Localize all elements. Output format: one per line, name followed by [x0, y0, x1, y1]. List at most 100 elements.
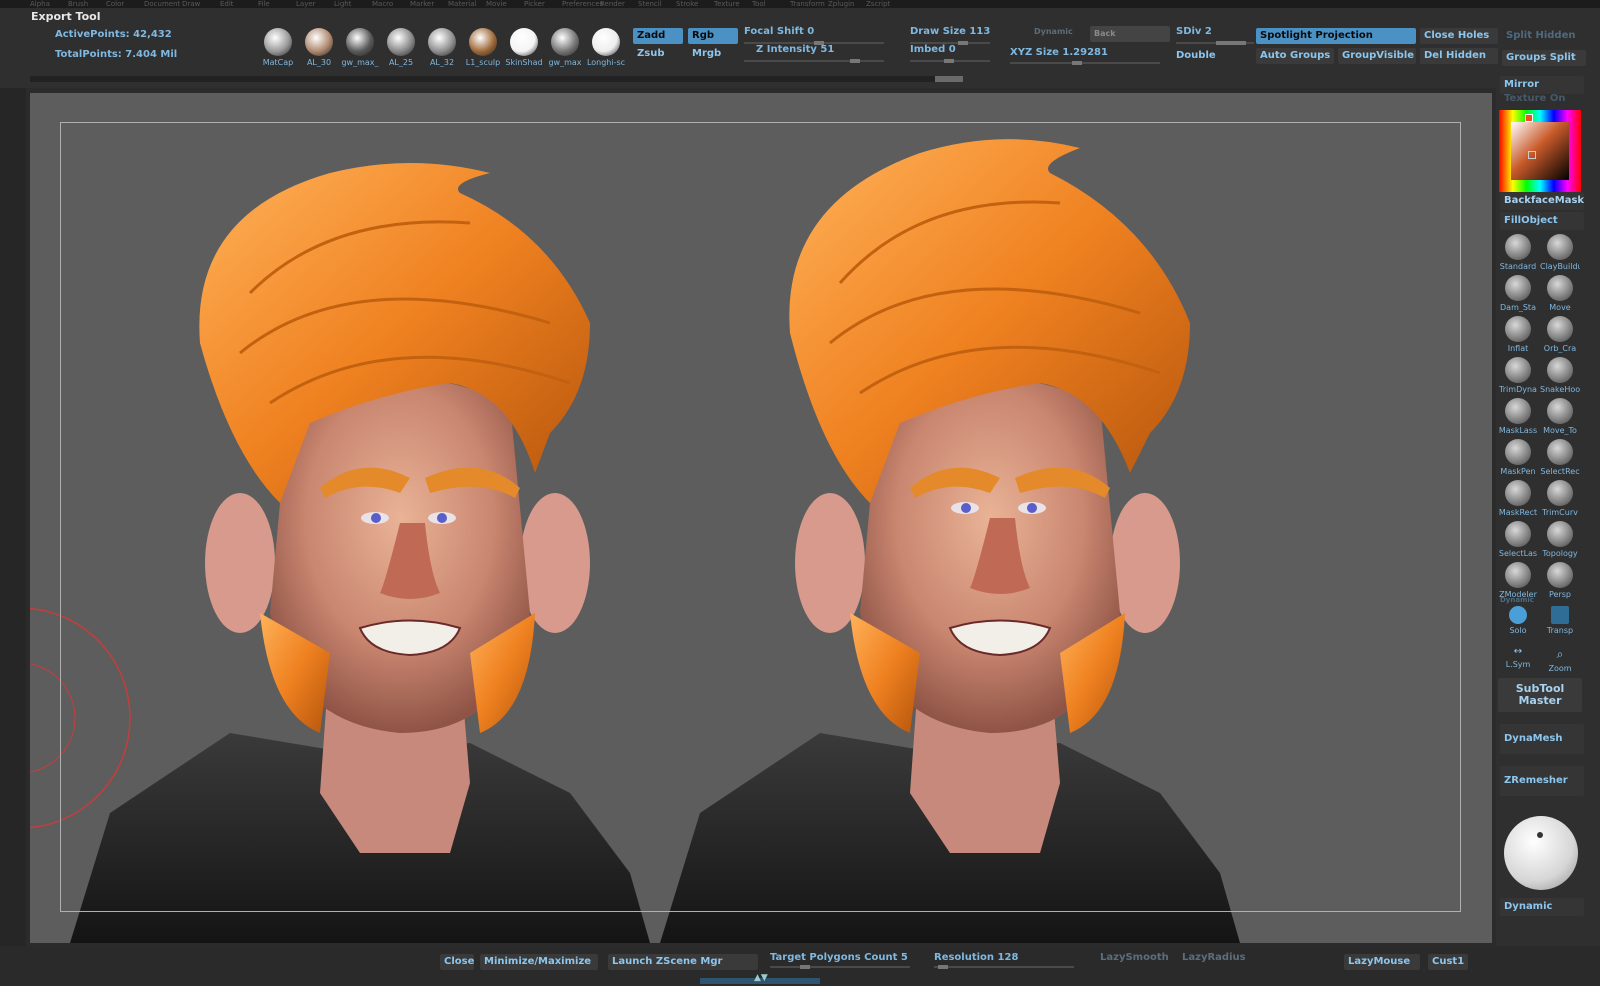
color-picker[interactable] [1499, 110, 1581, 192]
menu-item-material[interactable]: Material [448, 0, 476, 8]
brush-inflat[interactable]: Inflat [1498, 316, 1538, 353]
menu-item-movie[interactable]: Movie [486, 0, 507, 8]
material-4[interactable]: AL_32 [422, 28, 462, 70]
menu-item-brush[interactable]: Brush [68, 0, 88, 8]
menu-item-color[interactable]: Color [106, 0, 124, 8]
material-5[interactable]: L1_sculp [463, 28, 503, 70]
z-intensity-slider[interactable]: Z Intensity 51 [756, 44, 834, 55]
menu-item-draw[interactable]: Draw [182, 0, 200, 8]
back-button[interactable]: Back [1090, 26, 1170, 42]
xyz-size-slider[interactable]: XYZ Size 1.29281 [1010, 47, 1108, 58]
export-tool-button[interactable]: Export Tool [31, 10, 100, 23]
backface-mask-button[interactable]: BackfaceMask [1500, 192, 1584, 210]
resolution-track[interactable] [934, 965, 1074, 969]
menu-item-stroke[interactable]: Stroke [676, 0, 698, 8]
close-button[interactable]: Close [440, 954, 474, 970]
brush-trimcurv[interactable]: TrimCurv [1540, 480, 1580, 517]
brush-snakehoo[interactable]: SnakeHoo [1540, 357, 1580, 394]
material-0[interactable]: MatCap [258, 28, 298, 70]
solo-button[interactable]: Solo [1498, 606, 1538, 635]
brush-persp[interactable]: Persp [1540, 562, 1580, 599]
menu-item-edit[interactable]: Edit [220, 0, 234, 8]
brush-claybuildu[interactable]: ClayBuildu [1540, 234, 1580, 271]
material-8[interactable]: Longhi-sc [586, 28, 626, 70]
split-hidden-button[interactable]: Split Hidden [1502, 28, 1586, 44]
brush-maskrect[interactable]: MaskRect [1498, 480, 1538, 517]
dynamesh-button[interactable]: DynaMesh [1500, 724, 1584, 754]
material-3[interactable]: AL_25 [381, 28, 421, 70]
brush-selectrec[interactable]: SelectRec [1540, 439, 1580, 476]
lazymouse-button[interactable]: LazyMouse [1344, 954, 1420, 970]
double-button[interactable]: Double [1172, 48, 1250, 64]
brush-standard[interactable]: Standard [1498, 234, 1538, 271]
menu-item-tool[interactable]: Tool [752, 0, 766, 8]
menu-item-light[interactable]: Light [334, 0, 351, 8]
menu-item-render[interactable]: Render [600, 0, 625, 8]
material-2[interactable]: gw_max_ [340, 28, 380, 70]
target-polygons-slider[interactable]: Target Polygons Count 5 [770, 952, 908, 963]
zadd-button[interactable]: Zadd [633, 28, 683, 44]
dynamic-button[interactable]: Dynamic [1500, 898, 1584, 916]
material-preview-sphere[interactable] [1504, 816, 1578, 890]
menu-item-picker[interactable]: Picker [524, 0, 545, 8]
bottom-tray-handle[interactable]: ▲▼ [700, 973, 820, 984]
minimize-maximize-button[interactable]: Minimize/Maximize [480, 954, 598, 970]
material-1[interactable]: AL_30 [299, 28, 339, 70]
brush-selectlas[interactable]: SelectLas [1498, 521, 1538, 558]
xyz-size-track[interactable] [1010, 61, 1160, 65]
imbed-slider[interactable]: Imbed 0 [910, 44, 956, 55]
group-visible-button[interactable]: GroupVisible [1338, 48, 1416, 64]
rgb-button[interactable]: Rgb [688, 28, 738, 44]
menu-item-transform[interactable]: Transform [790, 0, 825, 8]
menu-item-alpha[interactable]: Alpha [30, 0, 50, 8]
brush-zmodeler[interactable]: ZModeler [1498, 562, 1538, 599]
fill-object-button[interactable]: FillObject [1500, 212, 1584, 230]
menu-item-document[interactable]: Document [144, 0, 180, 8]
menu-item-preferences[interactable]: Preferences [562, 0, 603, 8]
lazysmooth-slider[interactable]: LazySmooth [1100, 952, 1169, 963]
groups-split-button[interactable]: Groups Split [1502, 50, 1586, 66]
menu-item-layer[interactable]: Layer [296, 0, 316, 8]
subtool-master-button[interactable]: SubTool Master [1498, 678, 1582, 712]
target-polygons-track[interactable] [770, 965, 910, 969]
auto-groups-button[interactable]: Auto Groups [1256, 48, 1334, 64]
focal-shift-slider[interactable]: Focal Shift 0 [744, 26, 814, 37]
z-intensity-track[interactable] [744, 59, 884, 63]
menu-item-marker[interactable]: Marker [410, 0, 434, 8]
zremesher-button[interactable]: ZRemesher [1500, 766, 1584, 796]
transp-button[interactable]: Transp [1540, 606, 1580, 635]
menu-item-zscript[interactable]: Zscript [866, 0, 890, 8]
dynamic-size-toggle[interactable]: Dynamic [1034, 27, 1073, 36]
brush-masklass[interactable]: MaskLass [1498, 398, 1538, 435]
zsub-button[interactable]: Zsub [633, 46, 683, 62]
mrgb-button[interactable]: Mrgb [688, 46, 738, 62]
spotlight-projection-button[interactable]: Spotlight Projection [1256, 28, 1416, 44]
close-holes-button[interactable]: Close Holes [1420, 28, 1498, 44]
brush-move[interactable]: Move [1540, 275, 1580, 312]
lazyradius-slider[interactable]: LazyRadius [1182, 952, 1246, 963]
menu-item-file[interactable]: File [258, 0, 270, 8]
lsym-button[interactable]: ↔ L.Sym [1498, 646, 1538, 669]
brush-topology[interactable]: Topology [1540, 521, 1580, 558]
brush-orb-cra[interactable]: Orb_Cra [1540, 316, 1580, 353]
menu-item-stencil[interactable]: Stencil [638, 0, 662, 8]
sdiv-track[interactable] [1176, 41, 1254, 45]
menu-item-zplugin[interactable]: Zplugin [828, 0, 854, 8]
del-hidden-button[interactable]: Del Hidden [1420, 48, 1498, 64]
material-7[interactable]: gw_max [545, 28, 585, 70]
cust1-button[interactable]: Cust1 [1428, 954, 1468, 970]
menu-item-macro[interactable]: Macro [372, 0, 393, 8]
brush-trimdyna[interactable]: TrimDyna [1498, 357, 1538, 394]
brush-move-to[interactable]: Move_To [1540, 398, 1580, 435]
brush-maskpen[interactable]: MaskPen [1498, 439, 1538, 476]
imbed-track[interactable] [910, 59, 990, 63]
resolution-slider[interactable]: Resolution 128 [934, 952, 1018, 963]
texture-on-button[interactable]: Texture On [1500, 90, 1584, 108]
brush-dam-sta[interactable]: Dam_Sta [1498, 275, 1538, 312]
zoom-button[interactable]: ⌕ Zoom [1540, 646, 1580, 673]
sdiv-slider[interactable]: SDiv 2 [1176, 26, 1212, 37]
draw-size-slider[interactable]: Draw Size 113 [910, 26, 990, 37]
material-6[interactable]: SkinShad [504, 28, 544, 70]
menu-item-texture[interactable]: Texture [714, 0, 740, 8]
launch-zscene-button[interactable]: Launch ZScene Mgr [608, 954, 758, 970]
